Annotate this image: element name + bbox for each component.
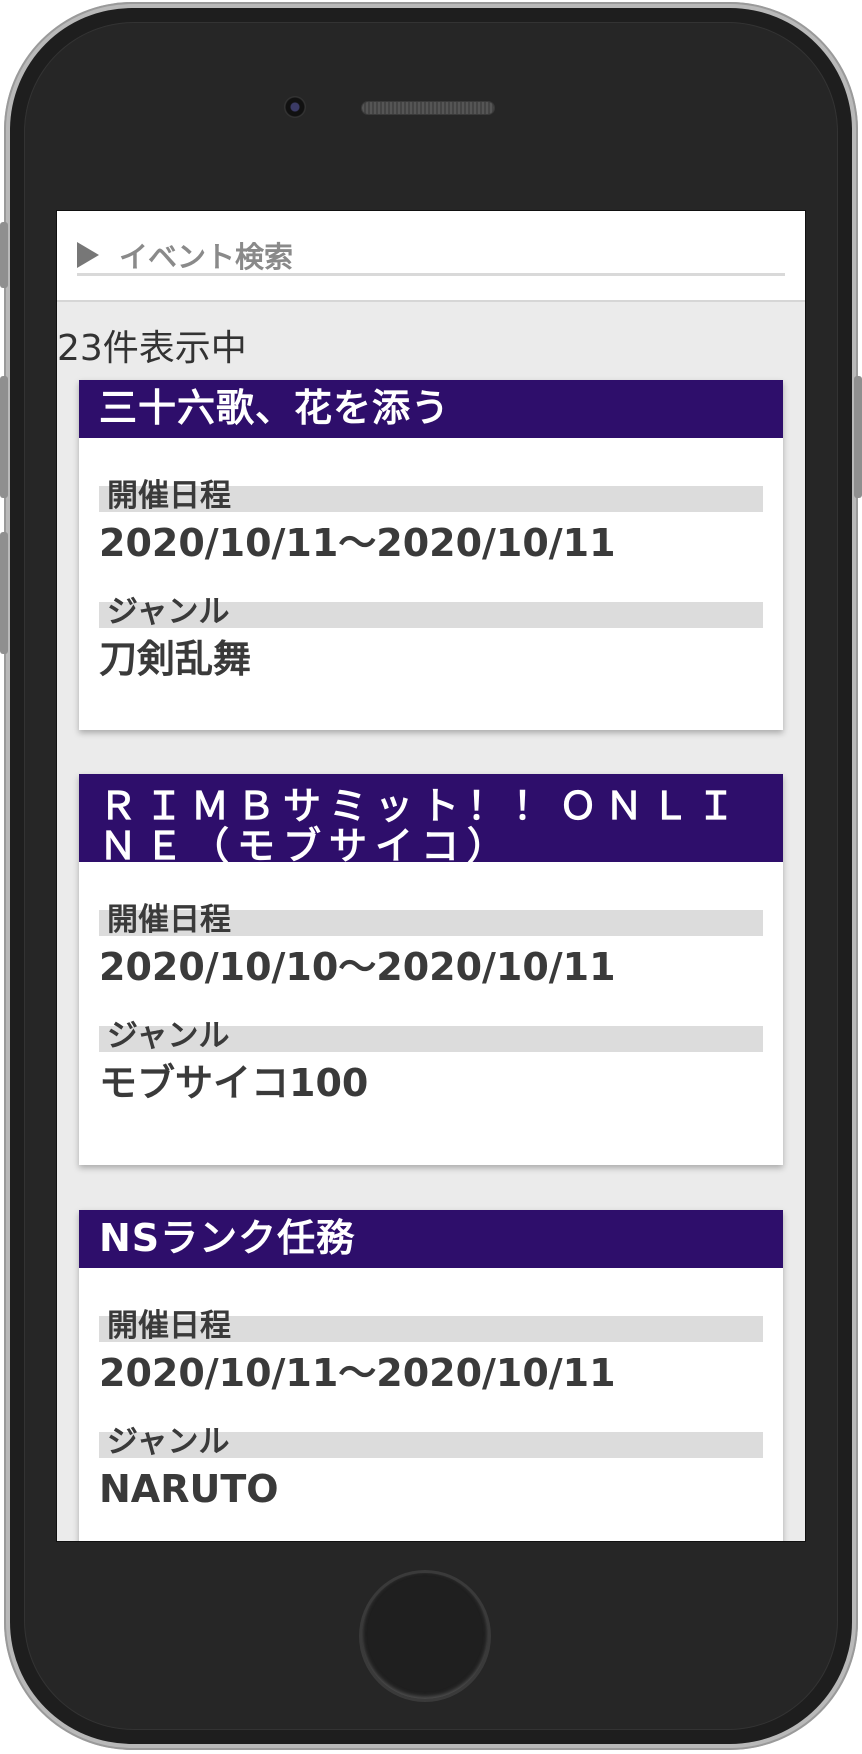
genre-label-row: ジャンル	[99, 1006, 763, 1054]
event-date-field: 開催日程 2020/10/10〜2020/10/11	[99, 890, 763, 990]
event-date-field: 開催日程 2020/10/11〜2020/10/11	[99, 466, 763, 566]
date-label-row: 開催日程	[99, 466, 763, 514]
genre-label: ジャンル	[107, 1018, 230, 1054]
event-date: 2020/10/10〜2020/10/11	[99, 945, 616, 989]
event-card[interactable]: ＲＩＭＢサミット！！ＯＮＬＩＮＥ（モブサイコ） 開催日程 2020/10/10〜…	[79, 774, 783, 1165]
app-screen: イベント検索 23件表示中 三十六歌、花を添う 開催日程 2020/10/11〜…	[56, 210, 806, 1542]
event-date: 2020/10/11〜2020/10/11	[99, 521, 616, 565]
silent-switch	[0, 222, 8, 288]
speaker-grille	[362, 102, 494, 114]
date-label-row: 開催日程	[99, 1296, 763, 1344]
event-search-bar[interactable]: イベント検索	[57, 211, 805, 302]
front-camera-icon	[284, 96, 306, 118]
volume-up-button	[0, 376, 8, 498]
event-date-field: 開催日程 2020/10/11〜2020/10/11	[99, 1296, 763, 1396]
event-search-toggle[interactable]: イベント検索	[77, 237, 785, 276]
event-date: 2020/10/11〜2020/10/11	[99, 1351, 616, 1395]
genre-label-row: ジャンル	[99, 582, 763, 630]
event-genre: NARUTO	[99, 1467, 279, 1511]
event-title[interactable]: NSランク任務	[79, 1210, 783, 1268]
date-label-row: 開催日程	[99, 890, 763, 938]
event-title[interactable]: ＲＩＭＢサミット！！ＯＮＬＩＮＥ（モブサイコ）	[79, 774, 783, 866]
date-label: 開催日程	[107, 478, 231, 514]
date-label: 開催日程	[107, 902, 231, 938]
date-label: 開催日程	[107, 1308, 231, 1344]
power-button	[854, 376, 862, 498]
genre-label: ジャンル	[107, 1424, 230, 1460]
event-genre-field: ジャンル モブサイコ100	[99, 1006, 763, 1106]
event-genre-field: ジャンル NARUTO	[99, 1412, 763, 1512]
event-card[interactable]: NSランク任務 開催日程 2020/10/11〜2020/10/11 ジャンル …	[79, 1210, 783, 1541]
event-genre: モブサイコ100	[99, 1061, 369, 1105]
event-genre: 刀剣乱舞	[99, 637, 252, 681]
genre-label: ジャンル	[107, 594, 230, 630]
expand-triangle-icon	[77, 242, 99, 268]
event-genre-field: ジャンル 刀剣乱舞	[99, 582, 763, 682]
home-button[interactable]	[362, 1573, 488, 1699]
volume-down-button	[0, 532, 8, 654]
event-card[interactable]: 三十六歌、花を添う 開催日程 2020/10/11〜2020/10/11 ジャン…	[79, 380, 783, 730]
result-count: 23件表示中	[57, 328, 247, 369]
event-title[interactable]: 三十六歌、花を添う	[79, 380, 783, 438]
genre-label-row: ジャンル	[99, 1412, 763, 1460]
event-search-label: イベント検索	[119, 240, 294, 274]
